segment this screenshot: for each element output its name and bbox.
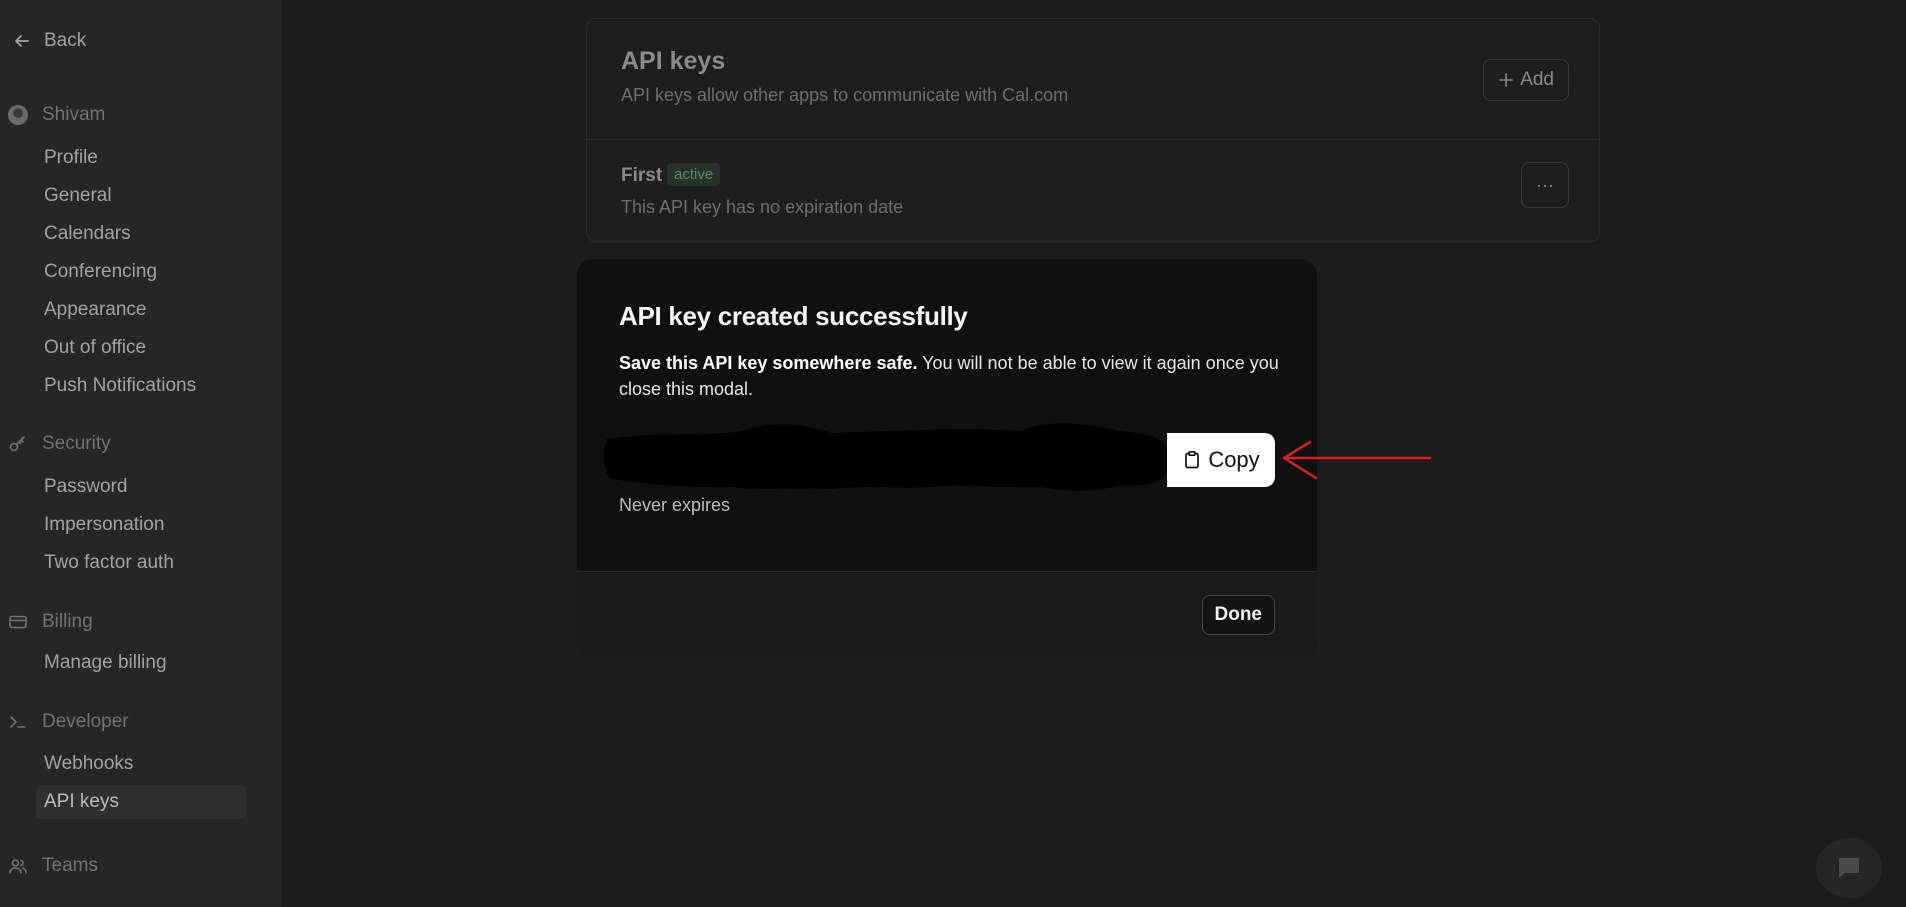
sidebar-item-api-keys[interactable]: API keys (36, 785, 246, 819)
users-icon (8, 856, 28, 876)
sidebar-item-password[interactable]: Password (36, 470, 246, 504)
api-key-created-modal: API key created successfully Save this A… (577, 259, 1317, 659)
back-link[interactable]: Back (12, 30, 86, 52)
sidebar-item-impersonation[interactable]: Impersonation (36, 508, 246, 542)
avatar (8, 105, 28, 125)
sidebar-section-user: Shivam (8, 104, 105, 126)
sidebar-item-label: Appearance (44, 299, 147, 320)
terminal-icon (8, 712, 28, 732)
expiry-text: Never expires (619, 495, 731, 515)
sidebar-section-label: Security (42, 433, 111, 454)
arrow-left-icon (15, 35, 29, 47)
sidebar-item-manage-billing[interactable]: Manage billing (36, 646, 246, 680)
sidebar-item-label: Impersonation (44, 514, 165, 535)
sidebar-item-label: Push Notifications (44, 375, 197, 396)
modal-description: Save this API key somewhere safe. You wi… (619, 350, 1279, 402)
api-key-description: This API key has no expiration date (621, 197, 904, 217)
sidebar-section-teams: Teams (8, 855, 98, 877)
api-key-name: First (621, 165, 663, 186)
more-options-button[interactable]: ··· (1521, 162, 1569, 208)
sidebar-item-calendars[interactable]: Calendars (36, 217, 246, 251)
modal-title: API key created successfully (619, 301, 968, 331)
copy-api-key-button[interactable]: Copy (1167, 433, 1275, 487)
sidebar-section-billing: Billing (8, 611, 93, 633)
sidebar-section-label: Shivam (42, 104, 106, 125)
sidebar-item-appearance[interactable]: Appearance (36, 293, 246, 327)
sidebar-item-conferencing[interactable]: Conferencing (36, 255, 246, 289)
sidebar-item-label: API keys (44, 791, 119, 812)
modal-description-bold: Save this API key somewhere safe. (619, 353, 918, 373)
sidebar-item-label: Calendars (44, 223, 131, 244)
sidebar-item-general[interactable]: General (36, 179, 246, 213)
settings-sidebar: Back Shivam Profile General Calendars Co… (0, 0, 282, 907)
sidebar-section-label: Billing (42, 611, 93, 632)
sidebar-item-label: Out of office (44, 337, 147, 358)
more-horizontal-icon: ··· (1536, 174, 1554, 195)
sidebar-section-label: Developer (42, 711, 129, 732)
sidebar-section-label: Teams (42, 855, 98, 876)
page-title: API keys (621, 47, 726, 75)
sidebar-item-label: Two factor auth (44, 552, 174, 573)
key-icon (8, 434, 28, 454)
sidebar-item-label: Password (44, 476, 128, 497)
sidebar-item-out-of-office[interactable]: Out of office (36, 331, 246, 365)
done-label: Done (1214, 604, 1263, 625)
credit-card-icon (8, 612, 28, 632)
add-label: Add (1520, 69, 1554, 90)
back-label: Back (44, 30, 87, 51)
sidebar-item-label: General (44, 185, 112, 206)
modal-footer: Done (577, 571, 1317, 659)
sidebar-item-label: Manage billing (44, 652, 167, 673)
sidebar-item-label: Profile (44, 147, 98, 168)
page-subtitle: API keys allow other apps to communicate… (621, 85, 1069, 105)
sidebar-item-two-factor-auth[interactable]: Two factor auth (36, 546, 246, 580)
chat-icon (1839, 858, 1859, 878)
sidebar-item-webhooks[interactable]: Webhooks (36, 747, 246, 781)
sidebar-section-developer: Developer (8, 711, 129, 733)
clipboard-icon (1185, 450, 1200, 469)
copy-label: Copy (1208, 447, 1260, 472)
card-divider (587, 139, 1599, 140)
sidebar-item-label: Conferencing (44, 261, 158, 282)
status-badge: active (667, 163, 721, 186)
chat-support-button[interactable] (1816, 838, 1882, 898)
sidebar-item-label: Webhooks (44, 753, 134, 774)
sidebar-item-profile[interactable]: Profile (36, 141, 246, 175)
api-keys-card: API keys API keys allow other apps to co… (586, 18, 1600, 242)
plus-icon (1499, 73, 1513, 87)
done-button[interactable]: Done (1201, 595, 1275, 635)
sidebar-item-push-notifications[interactable]: Push Notifications (36, 369, 246, 403)
annotation-arrow-icon (1282, 440, 1432, 480)
sidebar-section-security: Security (8, 433, 111, 455)
api-key-value-redacted (601, 417, 1169, 495)
add-api-key-button[interactable]: Add (1483, 59, 1569, 101)
